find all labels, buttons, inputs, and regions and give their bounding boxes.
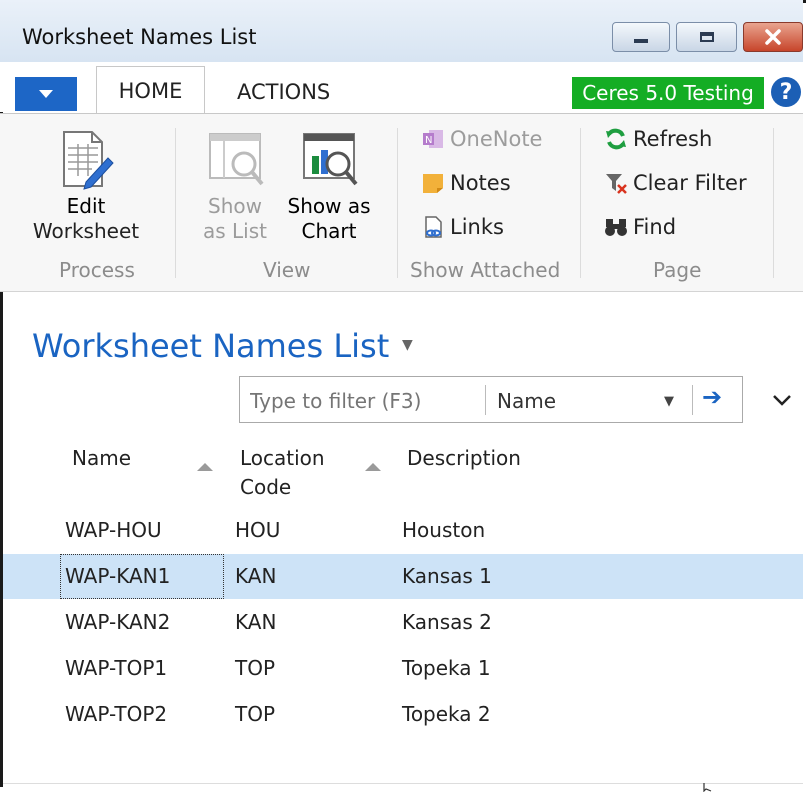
close-icon [765,29,781,45]
cell-description: Topeka 1 [402,656,491,680]
binoculars-icon [603,214,629,240]
svg-text:N: N [425,135,432,146]
title-bar: Worksheet Names List [0,0,803,63]
group-page-label: Page [653,258,702,282]
edit-label-line1: Edit [66,194,106,218]
cell-name: WAP-TOP1 [65,656,168,680]
company-badge[interactable]: Ceres 5.0 Testing [572,77,764,109]
dropdown-arrow-icon [39,90,53,98]
cell-location: KAN [235,610,277,634]
table-row[interactable]: WAP-HOU HOU Houston [3,508,803,553]
notes-icon [420,170,446,196]
window-title: Worksheet Names List [22,25,257,49]
minimize-button[interactable] [612,22,670,52]
edit-label-line2: Worksheet [32,219,140,243]
title-dropdown-icon[interactable]: ▼ [402,337,413,353]
refresh-icon [603,126,629,152]
refresh-button[interactable]: Refresh [603,126,712,152]
cell-description: Topeka 2 [402,702,491,726]
filter-field-select[interactable]: Name [497,389,556,413]
column-header-name[interactable]: Name [72,444,131,473]
chevron-down-icon[interactable]: ▼ [664,394,674,409]
onenote-button[interactable]: N OneNote [420,126,542,152]
notes-label: Notes [450,171,511,195]
links-icon [420,214,446,240]
show-as-list-button[interactable]: Show as List [196,130,274,244]
cell-location: HOU [235,518,281,542]
close-button[interactable] [743,22,803,52]
filter-input[interactable] [248,383,482,419]
sort-arrow-icon [365,463,381,471]
filter-divider [692,385,693,415]
sort-arrow-icon [197,463,213,471]
links-button[interactable]: Links [420,214,504,240]
cell-description: Kansas 1 [402,564,492,588]
cell-name: WAP-KAN2 [65,610,171,634]
show-list-line2: as List [203,219,267,243]
help-icon[interactable]: ? [771,77,801,107]
table-row[interactable]: WAP-TOP1 TOP Topeka 1 [3,646,803,691]
group-divider [175,128,176,278]
page-title[interactable]: Worksheet Names List [32,327,389,365]
cell-location: KAN [235,564,277,588]
chart-view-icon [303,133,358,186]
collapse-chevron-icon[interactable] [772,388,792,412]
maximize-button[interactable] [676,22,737,52]
show-chart-line2: Chart [301,219,357,243]
edit-worksheet-button[interactable]: Edit Worksheet [32,130,140,244]
group-view-label: View [263,258,311,282]
filter-bar: Name ▼ ➔ [239,376,743,423]
maximize-icon [699,32,714,42]
cell-name: WAP-TOP2 [65,702,168,726]
column-description-label: Description [407,446,521,470]
minimize-icon [634,39,648,43]
arrow-right-icon[interactable]: ➔ [702,383,722,411]
group-divider [773,128,774,278]
app-menu-button[interactable] [15,77,77,111]
column-name-label: Name [72,446,132,470]
column-location-line1: Location [240,446,325,470]
table-row[interactable]: WAP-TOP2 TOP Topeka 2 [3,692,803,737]
list-view-icon [209,133,264,186]
filter-divider [485,385,486,415]
onenote-icon: N [420,126,446,152]
clear-filter-label: Clear Filter [633,171,747,195]
show-list-line1: Show [208,194,262,218]
group-divider [397,128,398,278]
clear-filter-button[interactable]: Clear Filter [603,170,747,196]
cell-description: Houston [402,518,486,542]
group-divider [580,128,581,278]
cell-focus-outline [60,554,224,599]
tab-home[interactable]: HOME [96,66,205,114]
cell-description: Kansas 2 [402,610,492,634]
table-row[interactable]: WAP-KAN2 KAN Kansas 2 [3,600,803,645]
edit-worksheet-icon [63,131,114,190]
find-label: Find [633,215,677,239]
table-bottom-divider [3,783,803,784]
column-header-location-code[interactable]: Location Code [240,444,325,502]
clear-filter-icon [603,170,629,196]
column-header-description[interactable]: Description [407,444,521,473]
onenote-label: OneNote [450,127,543,151]
show-chart-line1: Show as [287,194,371,218]
group-show-attached-label: Show Attached [410,258,561,282]
show-as-chart-button[interactable]: Show as Chart [284,130,374,244]
column-location-line2: Code [240,475,292,499]
find-button[interactable]: Find [603,214,676,240]
cell-location: TOP [235,656,276,680]
notes-button[interactable]: Notes [420,170,511,196]
tab-actions[interactable]: ACTIONS [237,80,330,104]
group-process-label: Process [59,258,135,282]
cell-location: TOP [235,702,276,726]
refresh-label: Refresh [633,127,713,151]
cell-name: WAP-HOU [65,518,162,542]
links-label: Links [450,215,504,239]
